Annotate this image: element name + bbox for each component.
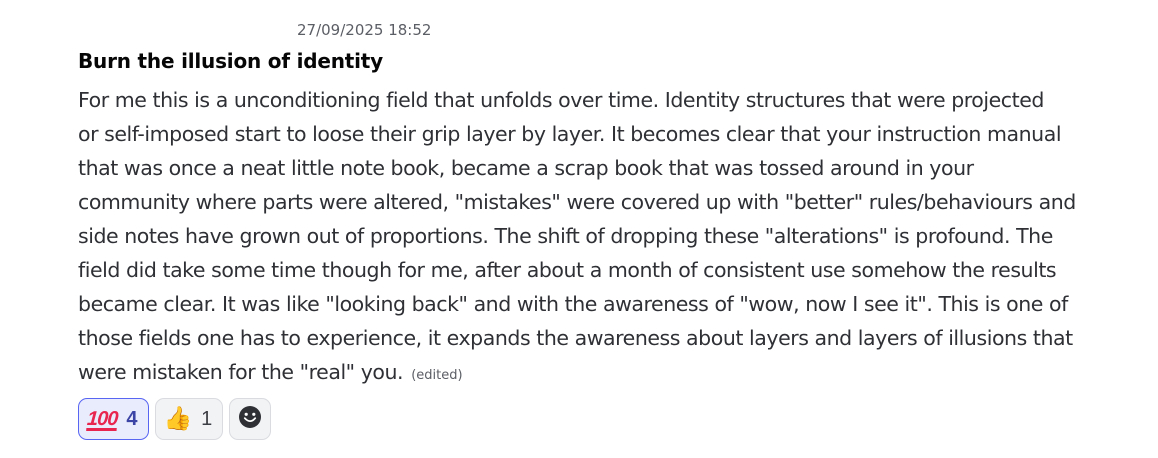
message-line: For me this is a unconditioning field th… xyxy=(78,88,1044,112)
thumbs-up-icon: 👍 xyxy=(163,405,193,432)
message-line: community where parts were altered, "mis… xyxy=(78,190,1076,214)
edited-label: (edited) xyxy=(411,368,463,383)
hundred-points-icon: 100 xyxy=(86,408,119,430)
reaction-count: 1 xyxy=(201,407,213,430)
message-line-text: were mistaken for the "real" you. xyxy=(78,360,404,384)
message-body: For me this is a unconditioning field th… xyxy=(78,83,1148,389)
message-line: side notes have grown out of proportions… xyxy=(78,224,1053,248)
reaction-count: 4 xyxy=(126,407,138,430)
message-line: field did take some time though for me, … xyxy=(78,258,1057,282)
add-reaction-smiley-icon xyxy=(238,405,262,433)
message-line: those fields one has to experience, it e… xyxy=(78,326,1073,350)
message-line: that was once a neat little note book, b… xyxy=(78,156,974,180)
message-title: Burn the illusion of identity xyxy=(78,49,383,73)
message-line: or self-imposed start to loose their gri… xyxy=(78,122,1062,146)
message-timestamp[interactable]: 27/09/2025 18:52 xyxy=(297,21,431,39)
reactions-bar: 100 4 👍 1 xyxy=(78,398,272,440)
reaction-hundred-points[interactable]: 100 4 xyxy=(78,398,149,440)
message-last-line: were mistaken for the "real" you. (edite… xyxy=(78,355,1148,389)
reaction-thumbs-up[interactable]: 👍 1 xyxy=(154,398,224,440)
add-reaction-button[interactable] xyxy=(229,398,272,440)
hundred-points-glyph: 100 xyxy=(86,408,119,430)
message-line: became clear. It was like "looking back"… xyxy=(78,292,1068,316)
